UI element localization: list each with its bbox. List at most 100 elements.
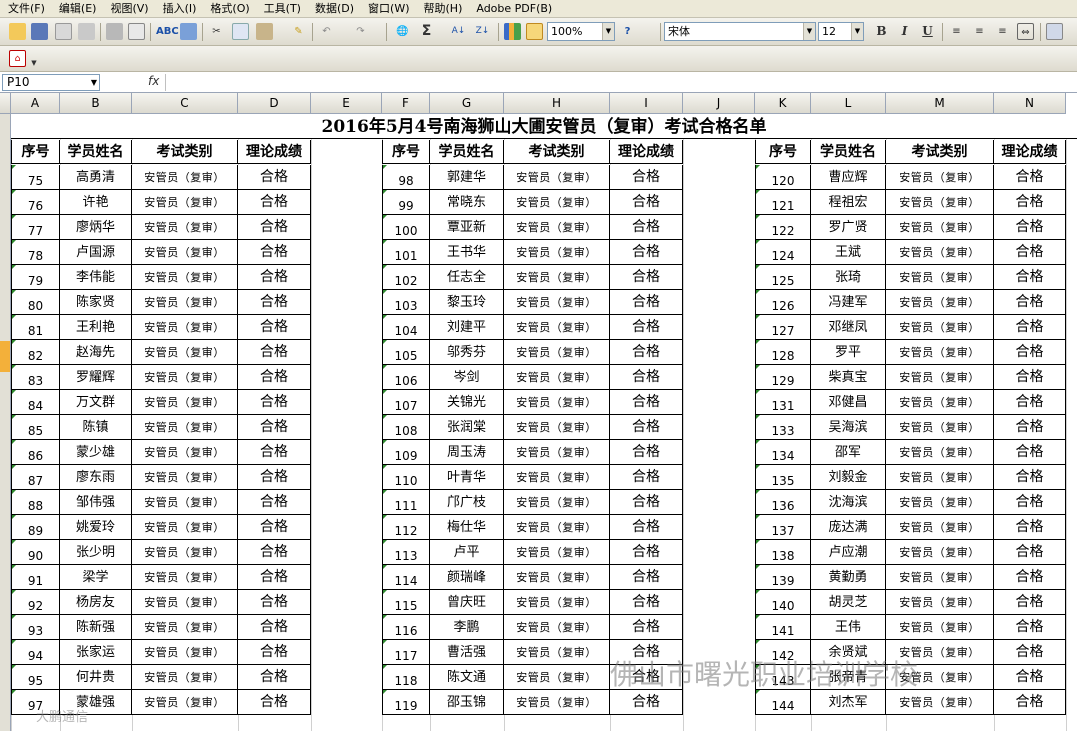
- table-cell-name[interactable]: 罗平: [811, 340, 886, 365]
- table-cell-name[interactable]: 张琦: [811, 265, 886, 290]
- table-cell-name[interactable]: 李伟能: [60, 265, 132, 290]
- table-cell-name[interactable]: 卢应潮: [811, 540, 886, 565]
- table-cell-type[interactable]: 安管员（复审）: [132, 490, 238, 515]
- table-cell-name[interactable]: 沈海滨: [811, 490, 886, 515]
- menu-item[interactable]: 窗口(W): [360, 0, 415, 18]
- table-cell-name[interactable]: 吴海滨: [811, 415, 886, 440]
- research-icon[interactable]: [180, 23, 197, 40]
- table-cell-result[interactable]: 合格: [994, 690, 1066, 715]
- chart-wizard-icon[interactable]: [504, 23, 521, 40]
- column-header[interactable]: D: [238, 93, 311, 114]
- table-cell-no[interactable]: 118: [382, 665, 430, 690]
- menu-item[interactable]: 帮助(H): [416, 0, 469, 18]
- table-cell-name[interactable]: 卢国源: [60, 240, 132, 265]
- table-cell-name[interactable]: 梁学: [60, 565, 132, 590]
- table-cell-name[interactable]: 颜瑞峰: [430, 565, 504, 590]
- table-cell-type[interactable]: 安管员（复审）: [132, 440, 238, 465]
- table-cell-name[interactable]: 冯建军: [811, 290, 886, 315]
- table-cell-name[interactable]: 廖炳华: [60, 215, 132, 240]
- table-cell-result[interactable]: 合格: [994, 540, 1066, 565]
- table-cell-type[interactable]: 安管员（复审）: [132, 165, 238, 190]
- currency-icon[interactable]: [1046, 23, 1063, 40]
- table-cell-no[interactable]: 115: [382, 590, 430, 615]
- open-icon[interactable]: [9, 23, 26, 40]
- table-cell-name[interactable]: 陈文通: [430, 665, 504, 690]
- table-cell-no[interactable]: 77: [11, 215, 60, 240]
- table-cell-result[interactable]: 合格: [994, 590, 1066, 615]
- menu-item[interactable]: 文件(F): [0, 0, 51, 18]
- table-cell-name[interactable]: 刘建平: [430, 315, 504, 340]
- spelling-icon[interactable]: ABC: [156, 23, 179, 40]
- table-cell-no[interactable]: 144: [755, 690, 811, 715]
- table-cell-no[interactable]: 81: [11, 315, 60, 340]
- column-header[interactable]: L: [811, 93, 886, 114]
- table-cell-result[interactable]: 合格: [610, 465, 683, 490]
- table-cell-type[interactable]: 安管员（复审）: [504, 340, 610, 365]
- permission-icon[interactable]: [55, 23, 72, 40]
- table-cell-result[interactable]: 合格: [610, 615, 683, 640]
- table-cell-type[interactable]: 安管员（复审）: [504, 590, 610, 615]
- table-cell-result[interactable]: 合格: [994, 665, 1066, 690]
- print-preview-icon[interactable]: [128, 23, 145, 40]
- table-cell-result[interactable]: 合格: [610, 340, 683, 365]
- function-icon[interactable]: fx: [148, 74, 159, 88]
- table-cell-name[interactable]: 王伟: [811, 615, 886, 640]
- table-cell-type[interactable]: 安管员（复审）: [886, 515, 994, 540]
- align-center-icon[interactable]: ≡: [971, 23, 988, 40]
- table-cell-name[interactable]: 胡灵芝: [811, 590, 886, 615]
- table-cell-no[interactable]: 84: [11, 390, 60, 415]
- align-left-icon[interactable]: ≡: [948, 23, 965, 40]
- table-cell-result[interactable]: 合格: [610, 365, 683, 390]
- table-cell-type[interactable]: 安管员（复审）: [886, 340, 994, 365]
- table-cell-name[interactable]: 黄勤勇: [811, 565, 886, 590]
- table-cell-name[interactable]: 张润棠: [430, 415, 504, 440]
- undo-icon[interactable]: ↶: [318, 23, 335, 40]
- table-cell-no[interactable]: 90: [11, 540, 60, 565]
- zoom-select[interactable]: 100% ▼: [547, 22, 615, 41]
- table-cell-type[interactable]: 安管员（复审）: [132, 465, 238, 490]
- table-cell-result[interactable]: 合格: [238, 515, 311, 540]
- table-cell-type[interactable]: 安管员（复审）: [132, 390, 238, 415]
- table-cell-type[interactable]: 安管员（复审）: [504, 190, 610, 215]
- table-cell-result[interactable]: 合格: [994, 565, 1066, 590]
- table-cell-name[interactable]: 覃亚新: [430, 215, 504, 240]
- table-cell-result[interactable]: 合格: [994, 465, 1066, 490]
- table-cell-result[interactable]: 合格: [994, 290, 1066, 315]
- email-icon[interactable]: [78, 23, 95, 40]
- header-name[interactable]: 学员姓名: [60, 140, 132, 164]
- table-cell-result[interactable]: 合格: [238, 165, 311, 190]
- table-cell-result[interactable]: 合格: [238, 465, 311, 490]
- table-cell-result[interactable]: 合格: [994, 615, 1066, 640]
- column-header[interactable]: I: [610, 93, 683, 114]
- table-cell-type[interactable]: 安管员（复审）: [504, 290, 610, 315]
- table-cell-no[interactable]: 109: [382, 440, 430, 465]
- table-cell-no[interactable]: 140: [755, 590, 811, 615]
- table-cell-no[interactable]: 120: [755, 165, 811, 190]
- table-cell-no[interactable]: 103: [382, 290, 430, 315]
- table-cell-no[interactable]: 102: [382, 265, 430, 290]
- table-cell-result[interactable]: 合格: [610, 415, 683, 440]
- toolbar-options-icon[interactable]: ▼: [30, 55, 38, 72]
- column-header[interactable]: J: [683, 93, 755, 114]
- header-no[interactable]: 序号: [755, 140, 811, 164]
- print-icon[interactable]: [106, 23, 123, 40]
- table-cell-result[interactable]: 合格: [994, 315, 1066, 340]
- table-cell-type[interactable]: 安管员（复审）: [132, 590, 238, 615]
- table-cell-no[interactable]: 112: [382, 515, 430, 540]
- table-cell-name[interactable]: 王书华: [430, 240, 504, 265]
- table-cell-result[interactable]: 合格: [610, 165, 683, 190]
- table-cell-type[interactable]: 安管员（复审）: [504, 365, 610, 390]
- table-cell-name[interactable]: 蒙少雄: [60, 440, 132, 465]
- table-cell-type[interactable]: 安管员（复审）: [132, 290, 238, 315]
- table-cell-no[interactable]: 89: [11, 515, 60, 540]
- table-cell-result[interactable]: 合格: [238, 665, 311, 690]
- table-cell-type[interactable]: 安管员（复审）: [886, 540, 994, 565]
- table-cell-type[interactable]: 安管员（复审）: [504, 515, 610, 540]
- header-type[interactable]: 考试类别: [132, 140, 238, 164]
- table-cell-type[interactable]: 安管员（复审）: [504, 690, 610, 715]
- table-cell-result[interactable]: 合格: [610, 265, 683, 290]
- table-cell-name[interactable]: 常晓东: [430, 190, 504, 215]
- table-cell-name[interactable]: 邓继凤: [811, 315, 886, 340]
- table-cell-no[interactable]: 141: [755, 615, 811, 640]
- table-cell-type[interactable]: 安管员（复审）: [504, 540, 610, 565]
